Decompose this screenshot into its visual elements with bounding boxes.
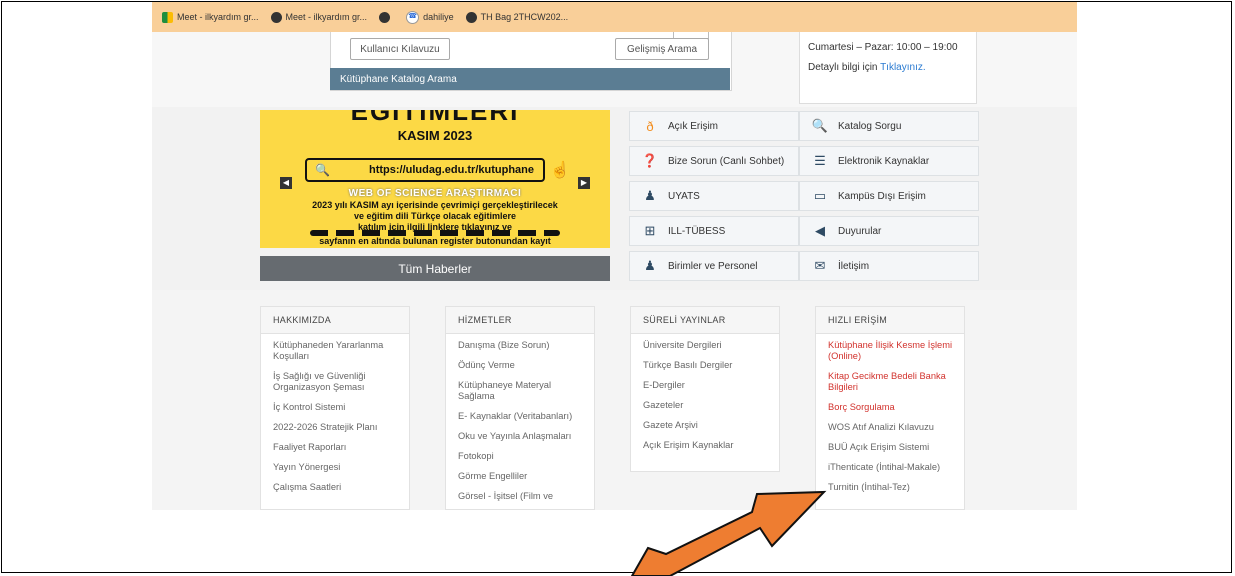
- footer-link[interactable]: Kitap Gecikme Bedeli Banka Bilgileri: [828, 371, 952, 393]
- footer-link[interactable]: Oku ve Yayınla Anlaşmaları: [458, 431, 582, 442]
- footer-link[interactable]: Çalışma Saatleri: [273, 482, 397, 493]
- footer-quick-access-title: HIZLI ERİŞİM: [816, 307, 964, 334]
- open-access-icon: ð: [646, 118, 654, 134]
- pointer-hand-icon: ☝: [550, 162, 570, 179]
- bookmark-5[interactable]: TH Bag 2THCW202...: [465, 11, 568, 23]
- footer-periodicals-title: SÜRELİ YAYINLAR: [631, 307, 779, 334]
- footer-services: HİZMETLER Danışma (Bize Sorun) Ödünç Ver…: [445, 306, 595, 510]
- news-slider[interactable]: EĞİTİMLERİ KASIM 2023 🔍 https://uludag.e…: [260, 110, 610, 248]
- envelope-icon: ✉: [814, 258, 826, 273]
- meet-icon: [162, 11, 173, 23]
- footer-link[interactable]: Turnitin (İntihal-Tez): [828, 482, 952, 493]
- quick-link-e-resources[interactable]: ☰ Elektronik Kaynaklar: [799, 146, 979, 176]
- phone-icon: ☎: [406, 10, 420, 24]
- bookmark-4[interactable]: ☎ dahiliye: [406, 10, 454, 24]
- database-icon: ☰: [814, 153, 826, 168]
- user-guide-button[interactable]: Kullanıcı Kılavuzu: [350, 38, 450, 60]
- bookmarks-bar: Meet - ilkyardım gr... Meet - ilkyardım …: [152, 2, 1077, 32]
- footer-link[interactable]: Gazeteler: [643, 400, 767, 411]
- quick-link-open-access[interactable]: ð Açık Erişim: [629, 111, 799, 141]
- footer-link[interactable]: Kütüphaneye Materyal Sağlama: [458, 380, 582, 402]
- footer-link[interactable]: Üniversite Dergileri: [643, 340, 767, 351]
- remote-access-icon: ▭: [813, 188, 827, 203]
- banner-title: EĞİTİMLERİ: [350, 110, 520, 126]
- footer-periodicals: SÜRELİ YAYINLAR Üniversite Dergileri Tür…: [630, 306, 780, 472]
- footer-link[interactable]: Faaliyet Raporları: [273, 442, 397, 453]
- footer-link[interactable]: Yayın Yönergesi: [273, 462, 397, 473]
- screenshot-frame: Meet - ilkyardım gr... Meet - ilkyardım …: [1, 1, 1232, 576]
- banner-url-box: 🔍 https://uludag.edu.tr/kutuphane: [305, 158, 545, 182]
- globe-icon: [465, 11, 477, 23]
- quick-link-ask-us[interactable]: ❓ Bize Sorun (Canlı Sohbet): [629, 146, 799, 176]
- footer-link[interactable]: Türkçe Basılı Dergiler: [643, 360, 767, 371]
- footer-link[interactable]: İç Kontrol Sistemi: [273, 402, 397, 413]
- search-icon: 🔍: [315, 163, 330, 177]
- browser-viewport: Meet - ilkyardım gr... Meet - ilkyardım …: [152, 2, 1077, 510]
- weekend-hours: Cumartesi – Pazar: 10:00 – 19:00: [808, 42, 958, 53]
- banner-subtitle: WEB OF SCIENCE ARAŞTIRMACI: [348, 188, 522, 199]
- footer-periodicals-list: Üniversite Dergileri Türkçe Basılı Dergi…: [631, 334, 779, 466]
- banner-date: KASIM 2023: [397, 128, 473, 143]
- advanced-search-button[interactable]: Gelişmiş Arama: [615, 38, 709, 60]
- catalog-search-icon: 🔍: [811, 118, 829, 133]
- question-icon: ❓: [641, 153, 659, 168]
- quick-link-contact[interactable]: ✉ İletişim: [799, 251, 979, 281]
- footer-link[interactable]: WOS Atıf Analizi Kılavuzu: [828, 422, 952, 433]
- staff-icon: ♟: [644, 258, 656, 273]
- catalog-search-title: Kütüphane Katalog Arama: [330, 68, 730, 90]
- footer-link[interactable]: Gazete Arşivi: [643, 420, 767, 431]
- megaphone-icon: ◀: [815, 223, 825, 238]
- footer-link[interactable]: E- Kaynaklar (Veritabanları): [458, 411, 582, 422]
- banner-text-1: 2023 yılı KASIM ayı içerisinde çevrimiçi…: [312, 200, 558, 210]
- banner-text-2: ve eğitim dili Türkçe olacak eğitimlere: [353, 211, 517, 221]
- footer-link[interactable]: Ödünç Verme: [458, 360, 582, 371]
- footer-services-list: Danışma (Bize Sorun) Ödünç Verme Kütüpha…: [446, 334, 594, 510]
- network-icon: ⊞: [644, 223, 656, 238]
- globe-icon: [270, 11, 282, 23]
- annotation-arrow-icon: [630, 490, 827, 576]
- footer-link[interactable]: E-Dergiler: [643, 380, 767, 391]
- footer-link[interactable]: Açık Erişim Kaynaklar: [643, 440, 767, 451]
- quick-link-uyats[interactable]: ♟ UYATS: [629, 181, 799, 211]
- footer-about-list: Kütüphaneden Yararlanma Koşulları İş Sağ…: [261, 334, 409, 508]
- hours-info-link[interactable]: Tıklayınız.: [880, 62, 926, 73]
- users-icon: ♟: [644, 188, 656, 203]
- footer-link[interactable]: 2022-2026 Stratejik Planı: [273, 422, 397, 433]
- footer-link[interactable]: Borç Sorgulama: [828, 402, 952, 413]
- footer-link[interactable]: Fotokopi: [458, 451, 582, 462]
- footer-services-title: HİZMETLER: [446, 307, 594, 334]
- arrow-shape: [630, 490, 827, 576]
- footer-link[interactable]: Görsel - İşitsel (Film ve: [458, 491, 582, 502]
- quick-link-remote-access[interactable]: ▭ Kampüs Dışı Erişim: [799, 181, 979, 211]
- footer-link[interactable]: BUÜ Açık Erişim Sistemi: [828, 442, 952, 453]
- footer-link[interactable]: Kütüphaneden Yararlanma Koşulları: [273, 340, 397, 362]
- hours-info: Detaylı bilgi için Tıklayınız.: [808, 62, 926, 73]
- quick-link-ill[interactable]: ⊞ ILL-TÜBESS: [629, 216, 799, 246]
- bookmark-3[interactable]: [379, 11, 394, 23]
- opening-hours-panel: Cumartesi – Pazar: 10:00 – 19:00 Detaylı…: [799, 32, 977, 104]
- bookmark-2[interactable]: Meet - ilkyardım gr...: [270, 11, 367, 23]
- banner-text-4: sayfanın en altında bulunan register but…: [319, 236, 551, 246]
- footer-link[interactable]: İş Sağlığı ve Güvenliği Organizasyon Şem…: [273, 371, 397, 393]
- footer-about: HAKKIMIZDA Kütüphaneden Yararlanma Koşul…: [260, 306, 410, 510]
- globe-icon: [379, 11, 391, 23]
- all-news-button[interactable]: Tüm Haberler: [260, 256, 610, 281]
- footer-link[interactable]: Danışma (Bize Sorun): [458, 340, 582, 351]
- quick-link-catalog[interactable]: 🔍 Katalog Sorgu: [799, 111, 979, 141]
- quick-link-announcements[interactable]: ◀ Duyurular: [799, 216, 979, 246]
- footer-link[interactable]: Kütüphane İlişik Kesme İşlemi (Online): [828, 340, 952, 362]
- bookmark-1[interactable]: Meet - ilkyardım gr...: [162, 11, 259, 23]
- footer-link[interactable]: Görme Engelliler: [458, 471, 582, 482]
- footer-about-title: HAKKIMIZDA: [261, 307, 409, 334]
- footer-link[interactable]: iThenticate (İntihal-Makale): [828, 462, 952, 473]
- quick-link-staff[interactable]: ♟ Birimler ve Personel: [629, 251, 799, 281]
